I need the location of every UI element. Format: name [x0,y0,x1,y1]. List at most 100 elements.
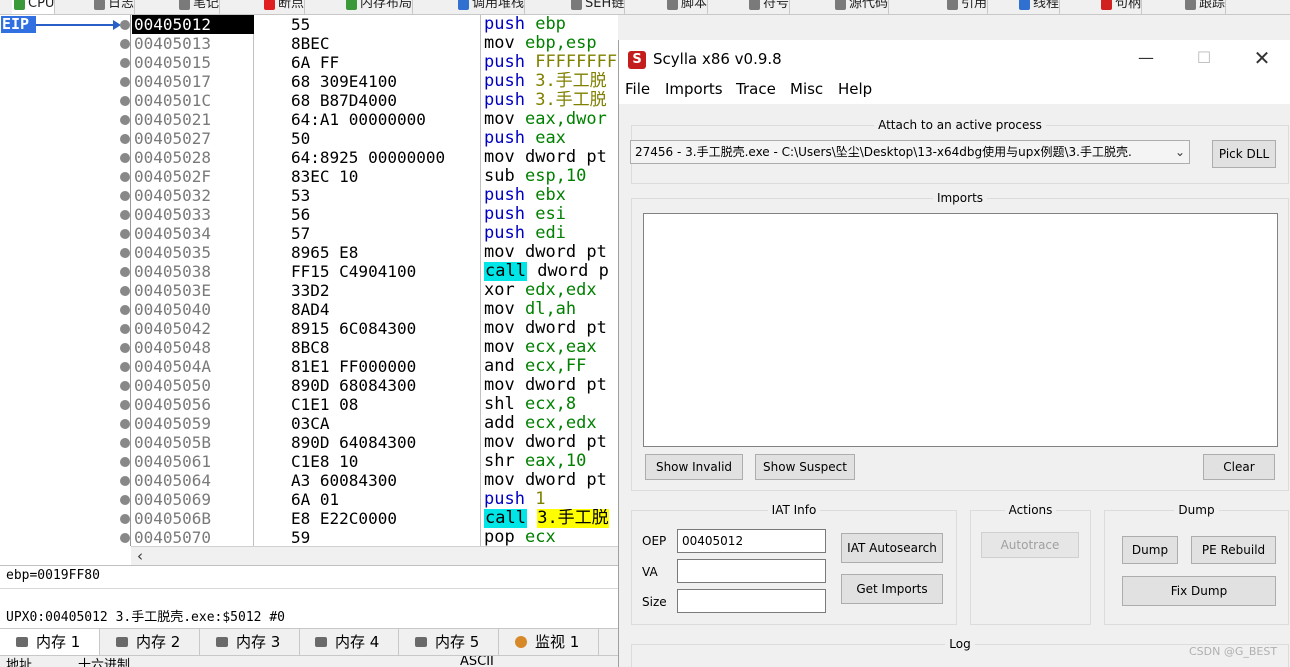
show-suspect-button[interactable]: Show Suspect [755,454,855,480]
breakpoint-toggle-icon[interactable] [120,172,130,182]
disassembly-row[interactable]: 0040501C 68 B87D4000 push 3.手工脱 [132,91,618,110]
disassembly-row[interactable]: 00405056 C1E1 08 shl ecx,8 [132,395,618,414]
disassembly-row[interactable]: 00405017 68 309E4100 push 3.手工脱 [132,72,618,91]
tab-0[interactable]: CPU [12,0,56,14]
close-icon[interactable]: ✕ [1233,40,1290,76]
disassembly-row[interactable]: 00405033 56 push esi [132,205,618,224]
menu-trace[interactable]: Trace [736,80,776,98]
tab-9[interactable]: 源代码 [833,0,890,14]
maximize-icon[interactable]: ☐ [1175,40,1233,76]
disassembly-row[interactable]: 00405032 53 push ebx [132,186,618,205]
disassembly-row[interactable]: 0040502F 83EC 10 sub esp,10 [132,167,618,186]
tab-10[interactable]: 引用 [945,0,989,14]
breakpoint-toggle-icon[interactable] [120,229,130,239]
dump-tab-1[interactable]: 内存 2 [100,629,200,656]
tab-5[interactable]: 调用堆栈 [456,0,526,14]
imports-tree[interactable] [643,213,1278,447]
menu-imports[interactable]: Imports [665,80,723,98]
scylla-titlebar[interactable]: S Scylla x86 v0.9.8 — ☐ ✕ [619,40,1290,76]
tab-13[interactable]: 跟踪 [1183,0,1227,14]
disassembly-row[interactable]: 00405038 FF15 C4904100 call dword p [132,262,618,281]
breakpoint-toggle-icon[interactable] [120,381,130,391]
disassembly-row[interactable]: 00405061 C1E8 10 shr eax,10 [132,452,618,471]
breakpoint-toggle-icon[interactable] [120,39,130,49]
dump-tab-2[interactable]: 内存 3 [200,629,300,656]
iat-autosearch-button[interactable]: IAT Autosearch [841,533,943,563]
menu-misc[interactable]: Misc [790,80,823,98]
tab-11[interactable]: 线程 [1017,0,1061,14]
disassembly-row[interactable]: 00405013 8BEC mov ebp,esp [132,34,618,53]
disassembly-row[interactable]: 00405050 890D 68084300 mov dword pt [132,376,618,395]
tab-6[interactable]: SEH链 [569,0,626,14]
dump-button[interactable]: Dump [1122,536,1178,564]
menu-file[interactable]: File [625,80,650,98]
disassembly-row[interactable]: 00405059 03CA add ecx,edx [132,414,618,433]
breakpoint-toggle-icon[interactable] [120,58,130,68]
dump-tab-0[interactable]: 内存 1 [0,629,100,656]
breakpoint-toggle-icon[interactable] [120,153,130,163]
disassembly-row[interactable]: 00405040 8AD4 mov dl,ah [132,300,618,319]
dump-tab-4[interactable]: 内存 5 [399,629,499,656]
dump-tab-5[interactable]: 监视 1 [499,629,599,656]
show-invalid-button[interactable]: Show Invalid [645,454,743,480]
fix-dump-button[interactable]: Fix Dump [1122,576,1276,606]
breakpoint-toggle-icon[interactable] [120,134,130,144]
breakpoint-toggle-icon[interactable] [120,77,130,87]
disassembly-row[interactable]: 00405027 50 push eax [132,129,618,148]
disassembly-row[interactable]: 00405042 8915 6C084300 mov dword pt [132,319,618,338]
tab-4[interactable]: 内存布局 [344,0,414,14]
breakpoint-toggle-icon[interactable] [120,20,130,30]
breakpoint-toggle-icon[interactable] [120,305,130,315]
pe-rebuild-button[interactable]: PE Rebuild [1191,536,1276,564]
pick-dll-button[interactable]: Pick DLL [1212,140,1276,168]
breakpoint-toggle-icon[interactable] [120,115,130,125]
breakpoint-toggle-icon[interactable] [120,96,130,106]
disassembly-row[interactable]: 00405048 8BC8 mov ecx,eax [132,338,618,357]
breakpoint-toggle-icon[interactable] [120,514,130,524]
horizontal-scrollbar[interactable]: ‹ [131,546,618,565]
get-imports-button[interactable]: Get Imports [841,574,943,604]
disassembly-row[interactable]: 00405069 6A 01 push 1 [132,490,618,509]
disassembly-row[interactable]: 00405034 57 push edi [132,224,618,243]
clear-button[interactable]: Clear [1203,454,1275,480]
breakpoint-toggle-icon[interactable] [120,248,130,258]
disassembly-row[interactable]: 0040503E 33D2 xor edx,edx [132,281,618,300]
breakpoint-toggle-icon[interactable] [120,457,130,467]
scroll-left-arrow-icon[interactable]: ‹ [137,548,143,565]
breakpoint-toggle-icon[interactable] [120,210,130,220]
breakpoint-toggle-icon[interactable] [120,476,130,486]
disassembly-row[interactable]: 00405028 64:8925 00000000 mov dword pt [132,148,618,167]
tab-12[interactable]: 句柄 [1099,0,1143,14]
disassembly-row[interactable]: 00405064 A3 60084300 mov dword pt [132,471,618,490]
disassembly-row[interactable]: 00405070 59 pop ecx [132,528,618,547]
menu-help[interactable]: Help [838,80,872,98]
breakpoint-toggle-icon[interactable] [120,343,130,353]
dump-tab-3[interactable]: 内存 4 [299,629,399,656]
disassembly-row[interactable]: 0040505B 890D 64084300 mov dword pt [132,433,618,452]
breakpoint-toggle-icon[interactable] [120,400,130,410]
breakpoint-toggle-icon[interactable] [120,438,130,448]
breakpoint-toggle-icon[interactable] [120,191,130,201]
tab-7[interactable]: 脚本 [665,0,709,14]
disassembly-row[interactable]: 00405021 64:A1 00000000 mov eax,dwor [132,110,618,129]
tab-3[interactable]: 断点 [262,0,306,14]
breakpoint-toggle-icon[interactable] [120,324,130,334]
cpu-disassembly-pane[interactable]: EIP 00405012 55 push ebp 00405013 8BEC mov eb… [0,15,618,565]
disassembly-row[interactable]: 00405035 8965 E8 mov dword pt [132,243,618,262]
disassembly-row[interactable]: 00405012 55 push ebp [132,15,618,34]
minimize-icon[interactable]: — [1117,40,1175,76]
disassembly-row[interactable]: 0040504A 81E1 FF000000 and ecx,FF [132,357,618,376]
breakpoint-toggle-icon[interactable] [120,419,130,429]
tab-1[interactable]: 日志 [92,0,136,14]
breakpoint-toggle-icon[interactable] [120,533,130,543]
breakpoint-toggle-icon[interactable] [120,362,130,372]
breakpoint-toggle-icon[interactable] [120,267,130,277]
breakpoint-toggle-icon[interactable] [120,495,130,505]
autotrace-button[interactable]: Autotrace [981,532,1079,558]
tab-8[interactable]: 符号 [747,0,791,14]
tab-2[interactable]: 笔记 [177,0,221,14]
disassembly-row[interactable]: 0040506B E8 E22C0000 call 3.手工脱 [132,509,618,528]
breakpoint-toggle-icon[interactable] [120,286,130,296]
disassembly-row[interactable]: 00405015 6A FF push FFFFFFFF [132,53,618,72]
oep-field[interactable] [677,529,826,553]
